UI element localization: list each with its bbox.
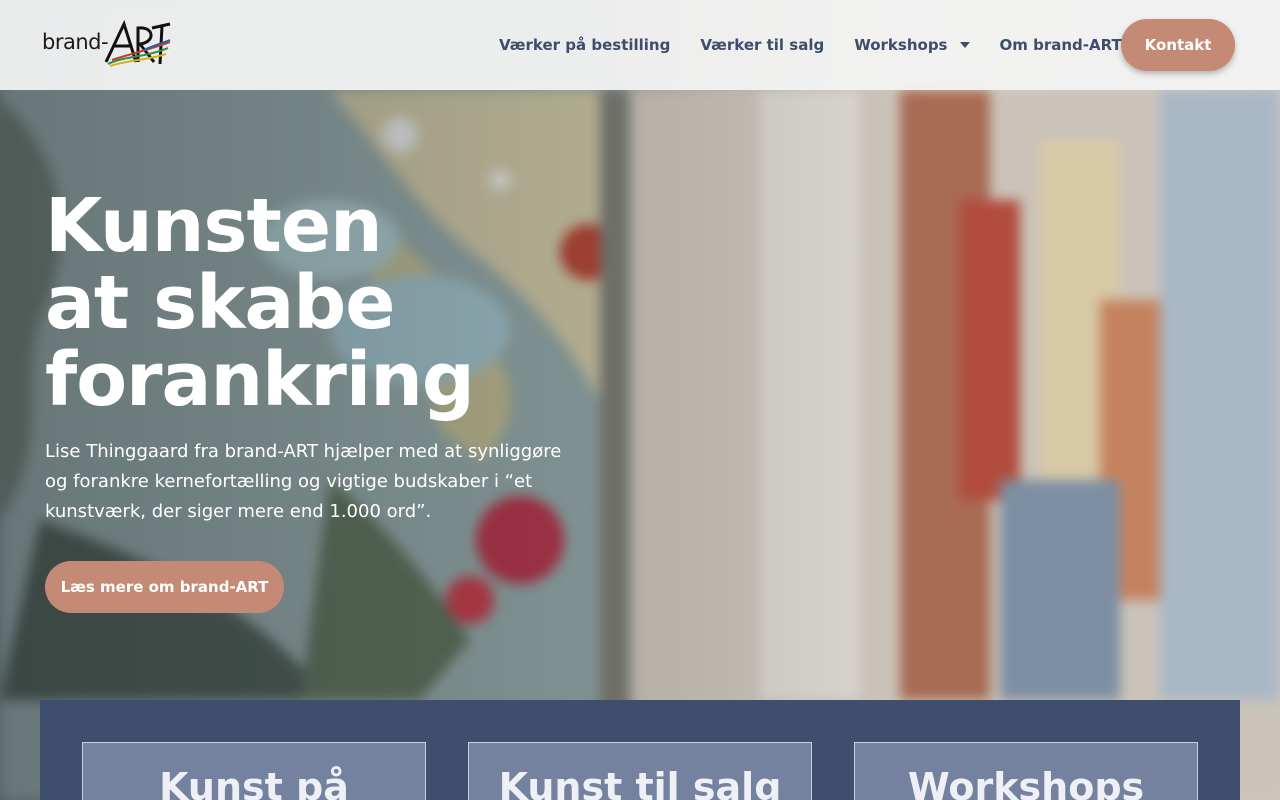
logo-art-mark bbox=[104, 20, 171, 67]
service-card-workshops[interactable]: Workshops bbox=[854, 742, 1198, 800]
nav-item-label: Workshops bbox=[854, 36, 948, 54]
service-card-title: Kunst til salg bbox=[498, 765, 782, 800]
hero-title-line: at skabe bbox=[45, 260, 395, 346]
nav-item-label: Om brand-ART bbox=[999, 36, 1122, 54]
main-nav: Værker på bestilling Værker til salg Wor… bbox=[484, 0, 1137, 90]
site-header: brand- Værker på bestilling Værker til s… bbox=[0, 0, 1280, 90]
service-card-title: Kunst på bbox=[159, 765, 349, 800]
nav-item-vaerker-til-salg[interactable]: Værker til salg bbox=[685, 36, 839, 54]
nav-item-vaerker-paa-bestilling[interactable]: Værker på bestilling bbox=[484, 36, 685, 54]
nav-item-workshops[interactable]: Workshops bbox=[839, 36, 984, 54]
nav-item-label: Værker til salg bbox=[700, 36, 825, 54]
nav-item-label: Værker på bestilling bbox=[499, 36, 671, 54]
hero-title-line: forankring bbox=[45, 337, 475, 423]
hero-description: Lise Thinggaard fra brand-ART hjælper me… bbox=[45, 441, 562, 522]
chevron-down-icon[interactable] bbox=[959, 42, 970, 48]
service-card-title: Workshops bbox=[907, 765, 1145, 800]
hero-title-line: Kunsten bbox=[45, 183, 383, 269]
read-more-button[interactable]: Læs mere om brand-ART bbox=[45, 561, 284, 613]
contact-button[interactable]: Kontakt bbox=[1121, 19, 1235, 71]
hero-title: Kunsten at skabe forankring bbox=[45, 188, 605, 419]
services-panel: Kunst på Kunst til salg Workshops bbox=[40, 700, 1240, 800]
service-card-kunst-paa[interactable]: Kunst på bbox=[82, 742, 426, 800]
nav-item-om-brand-art[interactable]: Om brand-ART bbox=[985, 36, 1137, 54]
brand-logo[interactable]: brand- bbox=[42, 20, 172, 70]
service-card-kunst-til-salg[interactable]: Kunst til salg bbox=[468, 742, 812, 800]
logo-text: brand- bbox=[42, 30, 109, 54]
